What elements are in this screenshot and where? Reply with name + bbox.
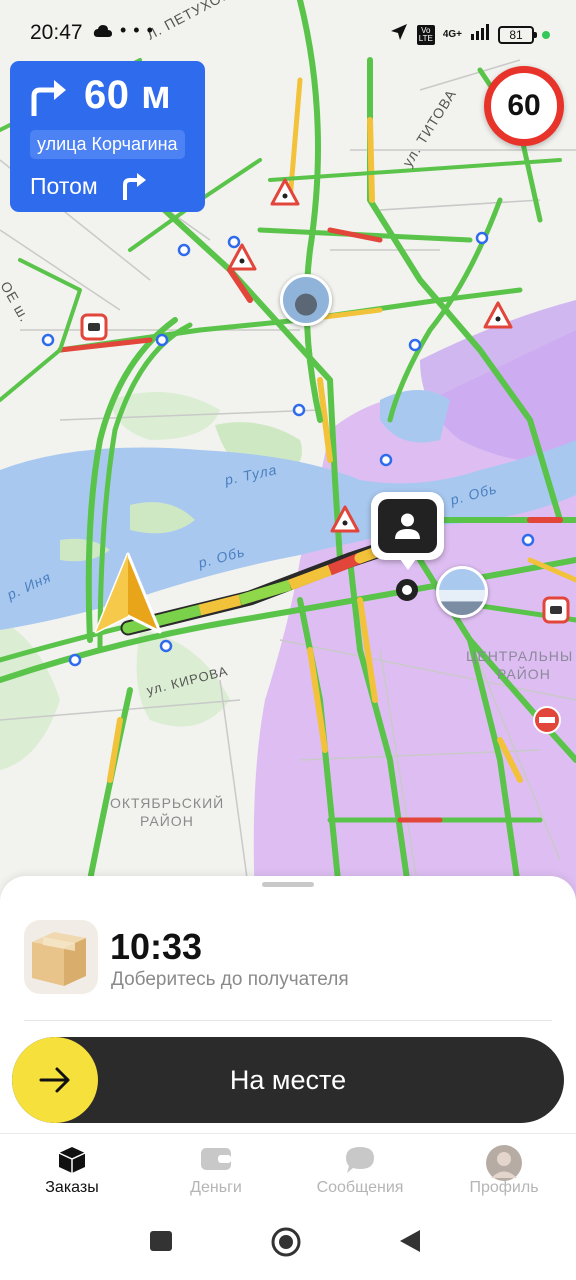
map-label-oktyabrsky-1: ОКТЯБРЬСКИЙ (110, 794, 224, 811)
no-entry-sign-icon (533, 706, 561, 734)
status-icons: Vo LTE 4G+ 81 (389, 22, 550, 47)
maneuver-street: улица Корчагина (30, 130, 185, 159)
tab-money[interactable]: Деньги (144, 1140, 288, 1210)
arrow-right-icon (39, 1067, 70, 1093)
eta-time: 10:33 (110, 926, 203, 967)
map-label-central-1: ЦЕНТРАЛЬНЫ (466, 648, 573, 664)
battery-icon: 81 (498, 25, 537, 44)
recipient-pin[interactable] (371, 492, 444, 570)
tab-profile[interactable]: Профиль (432, 1140, 576, 1210)
privacy-indicator-dot (542, 30, 550, 39)
location-arrow-icon (389, 22, 409, 47)
maneuver-card[interactable]: 60 м улица Корчагина Потом (10, 61, 205, 212)
tab-messages[interactable]: Сообщения (288, 1140, 432, 1210)
home-circle-icon[interactable] (270, 1226, 302, 1263)
tab-label: Заказы (45, 1179, 99, 1196)
tab-label: Деньги (190, 1179, 242, 1196)
volte-badge: Vo LTE (416, 24, 435, 45)
network-type: 4G+ (442, 28, 462, 40)
status-time: 20:47 (30, 21, 83, 44)
status-bar: 20:47 • • • Vo LTE 4G+ 81 (0, 0, 576, 64)
turn-right-icon (28, 78, 70, 123)
map-label-central-2: РАЙОН (497, 665, 551, 682)
system-navigation-bar (0, 1210, 576, 1280)
destination-point (396, 579, 418, 601)
map-label-oktyabrsky-2: РАЙОН (140, 812, 194, 829)
parcel-icon (24, 920, 98, 994)
sheet-drag-handle[interactable] (262, 882, 314, 887)
person-icon (378, 499, 437, 553)
speed-limit-sign: 60 (484, 66, 564, 146)
cloud-icon (93, 24, 113, 43)
tab-orders[interactable]: Заказы (0, 1140, 144, 1210)
tabbar-divider (0, 1133, 576, 1134)
order-status-text: Доберитесь до получателя (111, 969, 349, 990)
landmark-photo-marker[interactable] (280, 274, 332, 326)
landmark-photo-marker-theatre[interactable] (436, 566, 488, 618)
maneuver-distance: 60 м (84, 73, 172, 117)
next-turn-right-icon (120, 171, 148, 206)
back-triangle-icon[interactable] (398, 1228, 422, 1259)
recents-square-icon[interactable] (149, 1228, 173, 1257)
wallet-icon (200, 1145, 232, 1176)
box-icon (57, 1145, 87, 1180)
user-location-arrow-icon (92, 550, 164, 641)
tab-label: Сообщения (316, 1179, 404, 1196)
tab-label: Профиль (469, 1179, 539, 1196)
volte-line-2: LTE (418, 33, 433, 43)
slider-knob[interactable] (12, 1037, 98, 1123)
next-maneuver-label: Потом (30, 173, 98, 199)
chat-icon (344, 1145, 376, 1180)
divider (24, 1020, 552, 1021)
arrived-slider-button[interactable]: На месте (12, 1037, 564, 1123)
signal-icon (470, 24, 490, 45)
bottom-tab-bar: Заказы Деньги Сообщения Профиль (0, 1140, 576, 1210)
notification-dots: • • • (120, 20, 154, 40)
